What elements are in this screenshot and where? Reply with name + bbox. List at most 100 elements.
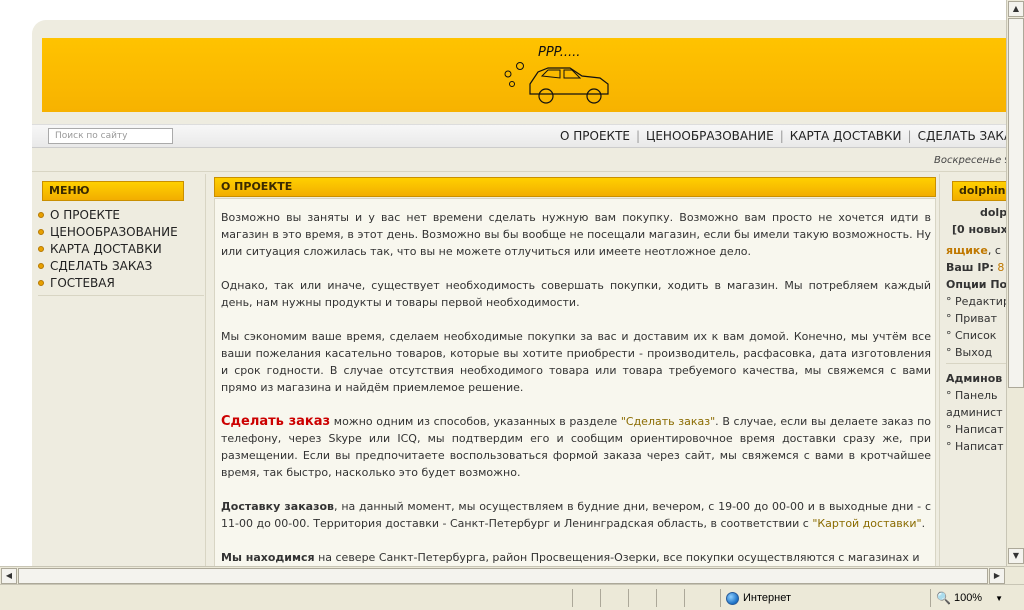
link-make-order[interactable]: "Сделать заказ" xyxy=(621,415,715,428)
horizontal-scrollbar[interactable]: ◀ ▶ xyxy=(0,566,1024,584)
paragraph-text: на севере Санкт-Петербурга, район Просве… xyxy=(314,551,920,564)
option-label: Написат xyxy=(955,423,1004,436)
car-logo-icon[interactable]: PPP..... xyxy=(490,38,630,112)
status-divider xyxy=(572,589,573,607)
zoom-control[interactable]: 🔍 100% ▼ xyxy=(936,589,1003,607)
paragraph: Мы находимся на севере Санкт-Петербурга,… xyxy=(221,549,931,566)
status-divider xyxy=(628,589,629,607)
site-container: PPP..... Поиск по сайту О ПРОЕКТЕ | ЦЕНООБ… xyxy=(32,20,1006,566)
bullet-icon xyxy=(38,228,44,235)
new-messages[interactable]: [0 новых xyxy=(946,221,1006,238)
scroll-right-icon[interactable]: ▶ xyxy=(989,568,1005,584)
vertical-scroll-thumb[interactable] xyxy=(1008,18,1024,388)
option-label: Панель xyxy=(955,389,998,402)
admin-write-link[interactable]: ° Написат xyxy=(946,421,1006,438)
option-label: Приват xyxy=(955,312,998,325)
user-box: dolph [0 новых ящике, с Ваш IP: 8 Опции … xyxy=(946,204,1006,455)
scroll-down-icon[interactable]: ▼ xyxy=(1008,548,1024,564)
security-zone[interactable]: Интернет xyxy=(726,589,791,607)
menu-item-make-order[interactable]: СДЕЛАТЬ ЗАКАЗ xyxy=(38,257,204,274)
paragraph: Сделать заказ можно одним из способов, у… xyxy=(221,413,931,481)
admin-label: Админов xyxy=(946,372,1003,385)
date-bar: Воскресенье 9 ... xyxy=(32,150,1006,172)
status-divider xyxy=(684,589,685,607)
link-delivery-map[interactable]: "Картой доставки" xyxy=(812,517,921,530)
bullet-icon xyxy=(38,211,44,218)
current-date: Воскресенье 9 ... xyxy=(934,155,1006,166)
nav-separator: | xyxy=(907,129,912,143)
menu-title: МЕНЮ xyxy=(42,181,184,201)
menu-item-label: СДЕЛАТЬ ЗАКАЗ xyxy=(50,258,153,273)
horizontal-scroll-thumb[interactable] xyxy=(18,568,988,584)
logo-text: PPP..... xyxy=(538,45,580,60)
paragraph: Доставку заказов, на данный момент, мы о… xyxy=(221,498,931,532)
admin-panel-link[interactable]: ° Панель xyxy=(946,387,1006,404)
main-title: О ПРОЕКТЕ xyxy=(214,177,936,197)
zoom-level: 100% xyxy=(953,592,983,604)
chevron-down-icon[interactable]: ▼ xyxy=(995,594,1003,603)
status-divider xyxy=(656,589,657,607)
admin-panel-link-cont: админист xyxy=(946,406,1003,419)
menu-item-guestbook[interactable]: ГОСТЕВАЯ xyxy=(38,274,204,291)
menu-item-label: ЦЕНООБРАЗОВАНИЕ xyxy=(50,224,178,239)
option-label: Выход xyxy=(955,346,993,359)
status-bar: Интернет 🔍 100% ▼ xyxy=(0,584,1024,610)
search-input[interactable]: Поиск по сайту xyxy=(48,128,173,144)
mailbox-line: ящике, с xyxy=(946,242,1006,259)
user-box-title: dolphin xyxy=(952,181,1006,201)
left-sidebar: МЕНЮ О ПРОЕКТЕ ЦЕНООБРАЗОВАНИЕ КАРТА ДОС… xyxy=(36,174,206,566)
browser-viewport: PPP..... Поиск по сайту О ПРОЕКТЕ | ЦЕНООБ… xyxy=(0,0,1006,566)
paragraph-text: . xyxy=(921,517,926,530)
ip-label: Ваш IP: xyxy=(946,261,994,274)
paragraph-text: можно одним из способов, указанных в раз… xyxy=(330,415,621,428)
scroll-up-icon[interactable]: ▲ xyxy=(1008,1,1024,17)
bullet-icon xyxy=(38,279,44,286)
main-column: О ПРОЕКТЕ Возможно вы заняты и у вас нет… xyxy=(212,174,940,566)
bullet-icon xyxy=(38,245,44,252)
ip-line: Ваш IP: 8 xyxy=(946,259,1006,276)
side-menu: О ПРОЕКТЕ ЦЕНООБРАЗОВАНИЕ КАРТА ДОСТАВКИ… xyxy=(38,206,204,296)
user-option-private[interactable]: ° Приват xyxy=(946,310,1006,327)
order-lead: Сделать заказ xyxy=(221,414,331,429)
user-option-list[interactable]: ° Список xyxy=(946,327,1006,344)
user-option-edit[interactable]: ° Редактир xyxy=(946,293,1006,310)
menu-item-pricing[interactable]: ЦЕНООБРАЗОВАНИЕ xyxy=(38,223,204,240)
nav-about[interactable]: О ПРОЕКТЕ xyxy=(560,129,630,143)
site-header: PPP..... xyxy=(42,38,1006,112)
right-sidebar: dolphin dolph [0 новых ящике, с Ваш IP: … xyxy=(946,174,1006,566)
status-divider xyxy=(600,589,601,607)
nav-separator: | xyxy=(635,129,641,143)
menu-item-delivery-map[interactable]: КАРТА ДОСТАВКИ xyxy=(38,240,204,257)
main-content: Возможно вы заняты и у вас нет времени с… xyxy=(214,198,936,566)
option-label: Список xyxy=(955,329,997,342)
zoom-icon: 🔍 xyxy=(936,591,951,605)
divider xyxy=(946,363,1006,364)
top-navigation-bar: Поиск по сайту О ПРОЕКТЕ | ЦЕНООБРАЗОВАНИЕ… xyxy=(32,124,1006,148)
user-options-label: Опции По xyxy=(946,278,1006,291)
menu-item-label: ГОСТЕВАЯ xyxy=(50,275,115,290)
mailbox-link[interactable]: ящике xyxy=(946,244,988,257)
status-divider xyxy=(720,589,721,607)
nav-pricing[interactable]: ЦЕНООБРАЗОВАНИЕ xyxy=(646,129,774,143)
globe-icon xyxy=(726,591,739,605)
nav-make-order[interactable]: СДЕЛАТЬ ЗАКА xyxy=(918,129,1006,143)
nav-delivery-map[interactable]: КАРТА ДОСТАВКИ xyxy=(790,129,902,143)
paragraph: Мы сэкономим ваше время, сделаем необход… xyxy=(221,330,931,394)
paragraph: Однако, так или иначе, существует необхо… xyxy=(221,279,931,309)
menu-item-label: О ПРОЕКТЕ xyxy=(50,207,120,222)
top-nav-links: О ПРОЕКТЕ | ЦЕНООБРАЗОВАНИЕ | КАРТА ДОСТАВКИ… xyxy=(560,129,1006,143)
admin-write-link[interactable]: ° Написат xyxy=(946,438,1006,455)
ip-value: 8 xyxy=(993,261,1005,274)
menu-item-label: КАРТА ДОСТАВКИ xyxy=(50,241,162,256)
menu-item-about[interactable]: О ПРОЕКТЕ xyxy=(38,206,204,223)
status-divider xyxy=(930,589,931,607)
user-option-logout[interactable]: ° Выход xyxy=(946,344,1006,361)
zone-label: Интернет xyxy=(743,592,791,604)
location-lead: Мы находимся xyxy=(221,551,315,564)
scroll-left-icon[interactable]: ◀ xyxy=(1,568,17,584)
option-label: Редактир xyxy=(955,295,1006,308)
nav-separator: | xyxy=(779,129,784,143)
delivery-lead: Доставку заказов xyxy=(221,500,335,513)
vertical-scrollbar[interactable]: ▲ ▼ xyxy=(1006,0,1024,566)
paragraph: Возможно вы заняты и у вас нет времени с… xyxy=(221,211,931,258)
